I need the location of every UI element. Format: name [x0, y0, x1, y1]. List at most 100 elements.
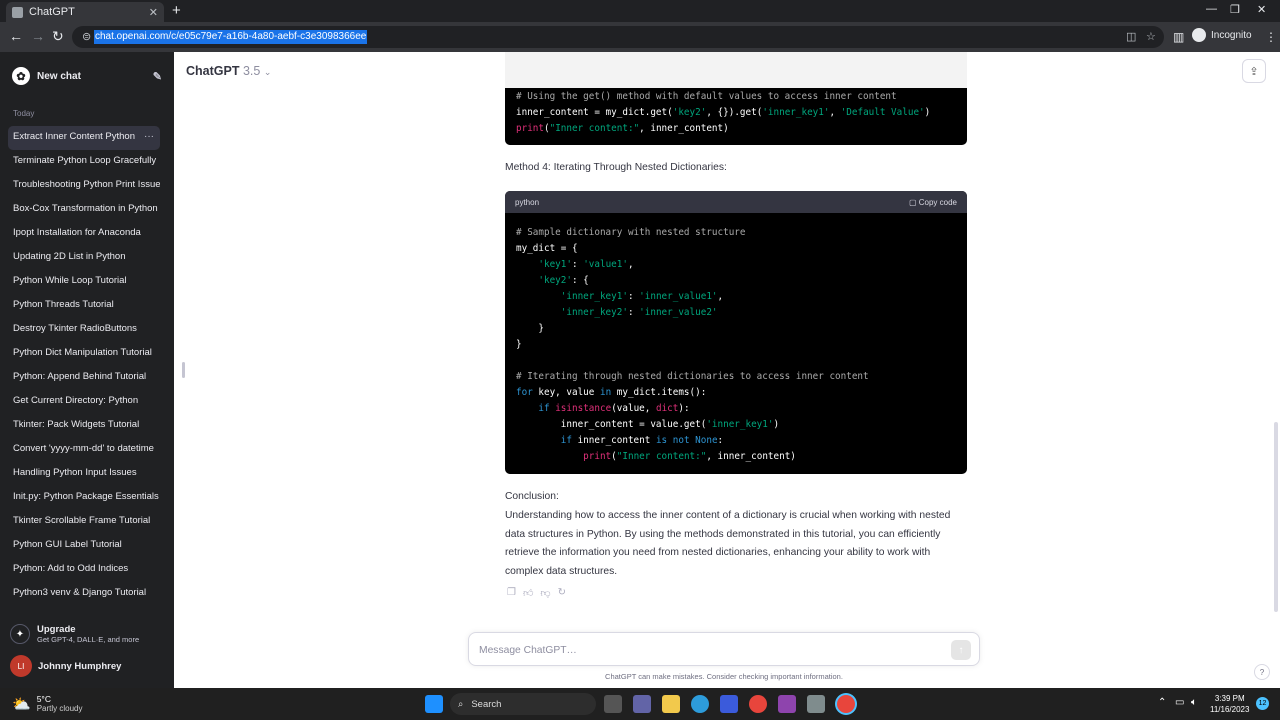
tab-title: ChatGPT: [29, 6, 75, 18]
chrome-incognito-icon[interactable]: [837, 695, 855, 713]
section-today: Today: [13, 109, 35, 118]
code-block-method3: # Using the get() method with default va…: [505, 88, 967, 145]
chat-item[interactable]: Python: Append Behind Tutorial: [8, 366, 160, 390]
chat-item[interactable]: Python Threads Tutorial: [8, 294, 160, 318]
incognito-avatar-icon: [1192, 28, 1206, 42]
chat-item[interactable]: Python3 venv & Django Tutorial: [8, 582, 160, 606]
chat-item[interactable]: Python GUI Label Tutorial: [8, 534, 160, 558]
code-language: python: [515, 197, 540, 207]
chat-item[interactable]: Tkinter Scrollable Frame Tutorial: [8, 510, 160, 534]
maximize-icon[interactable]: ❐: [1230, 3, 1240, 16]
chatgpt-favicon-icon: [12, 6, 23, 18]
temperature: 5°C: [36, 694, 51, 704]
scrollbar[interactable]: [1274, 422, 1278, 612]
chat-item[interactable]: Ipopt Installation for Anaconda: [8, 222, 160, 246]
windows-start-icon[interactable]: [425, 695, 443, 713]
chat-history-list: Extract Inner Content Python ··· Termina…: [8, 126, 160, 606]
chevron-up-icon[interactable]: ⌃: [1158, 697, 1166, 708]
send-arrow-icon: ↑: [958, 644, 964, 656]
new-tab-icon[interactable]: +: [172, 2, 181, 19]
browser-tab[interactable]: ChatGPT ✕: [6, 2, 164, 22]
browser-tabstrip: ChatGPT ✕ + — ❐ ✕: [0, 0, 1280, 22]
compose-icon[interactable]: ✎: [153, 70, 162, 83]
question-mark-icon: ?: [1259, 667, 1265, 677]
partly-cloudy-icon: ⛅: [12, 695, 31, 713]
chat-item[interactable]: Get Current Directory: Python: [8, 390, 160, 414]
chat-item[interactable]: Convert 'yyyy-mm-dd' to datetime: [8, 438, 160, 462]
weather-widget[interactable]: ⛅ 5°C Partly cloudy: [12, 694, 82, 713]
new-chat-button[interactable]: ✿ New chat ✎: [12, 66, 162, 86]
upgrade-title: Upgrade: [37, 624, 76, 635]
side-panel-icon[interactable]: ▥: [1173, 30, 1184, 44]
chat-item[interactable]: Tkinter: Pack Widgets Tutorial: [8, 414, 160, 438]
close-window-icon[interactable]: ✕: [1257, 3, 1266, 16]
chat-item[interactable]: Destroy Tkinter RadioButtons: [8, 318, 160, 342]
send-button[interactable]: ↑: [951, 640, 971, 660]
thumbs-down-icon[interactable]: 👎︎: [540, 587, 550, 599]
copy-icon[interactable]: ❐: [507, 587, 516, 599]
browser-toolbar: ← → ↻ ⊜ chat.openai.com/c/e05c79e7-a16b-…: [0, 22, 1280, 52]
taskbar-search[interactable]: ⌕ Search: [450, 693, 596, 715]
volume-icon[interactable]: 🔈︎: [1191, 697, 1197, 708]
reload-icon[interactable]: ↻: [52, 28, 64, 45]
message-composer: ↑: [468, 632, 980, 666]
share-button[interactable]: ⇪: [1242, 59, 1266, 83]
url-text[interactable]: chat.openai.com/c/e05c79e7-a16b-4a80-aeb…: [94, 30, 368, 44]
network-icon[interactable]: ▭: [1175, 697, 1184, 708]
regenerate-icon[interactable]: ↻: [558, 587, 566, 599]
chat-item[interactable]: Python: Add to Odd Indices: [8, 558, 160, 582]
avatar: LI: [10, 655, 32, 677]
app-icon[interactable]: [807, 695, 825, 713]
code-block-method4: python ▢ Copy code # Sample dictionary w…: [505, 191, 967, 474]
message-actions: ❐ 👍︎ 👎︎ ↻: [507, 587, 566, 599]
store-icon[interactable]: [720, 695, 738, 713]
sidebar: ✿ New chat ✎ Today Extract Inner Content…: [0, 52, 174, 688]
copy-code-button[interactable]: ▢ Copy code: [909, 198, 957, 207]
chat-item[interactable]: Python Dict Manipulation Tutorial: [8, 342, 160, 366]
message-input[interactable]: [479, 641, 939, 659]
incognito-eye-icon[interactable]: ◫: [1126, 30, 1136, 43]
user-menu[interactable]: LI Johnny Humphrey: [10, 655, 121, 677]
bookmark-star-icon[interactable]: ☆: [1146, 30, 1156, 43]
notification-badge[interactable]: 12: [1256, 697, 1269, 710]
chat-item[interactable]: Box-Cox Transformation in Python: [8, 198, 160, 222]
user-name: Johnny Humphrey: [38, 660, 122, 672]
app-icon[interactable]: [778, 695, 796, 713]
close-tab-icon[interactable]: ✕: [149, 6, 158, 19]
chat-item[interactable]: Extract Inner Content Python ···: [8, 126, 160, 150]
model-name: ChatGPT: [186, 64, 240, 78]
system-clock[interactable]: 3:39 PM 11/16/2023: [1210, 693, 1249, 715]
chat-item[interactable]: Troubleshooting Python Print Issues: [8, 174, 160, 198]
chat-item[interactable]: Terminate Python Loop Gracefully: [8, 150, 160, 174]
code-content[interactable]: # Sample dictionary with nested structur…: [505, 213, 967, 465]
minimize-icon[interactable]: —: [1206, 3, 1217, 15]
conclusion-label: Conclusion:: [505, 491, 559, 502]
incognito-profile[interactable]: Incognito: [1192, 28, 1252, 42]
address-bar[interactable]: ⊜ chat.openai.com/c/e05c79e7-a16b-4a80-a…: [72, 26, 1164, 48]
more-options-icon[interactable]: ···: [144, 126, 154, 148]
teams-chat-icon[interactable]: [633, 695, 651, 713]
previous-code-header: [505, 52, 967, 88]
site-info-icon[interactable]: ⊜: [82, 30, 91, 43]
file-explorer-icon[interactable]: [662, 695, 680, 713]
model-selector[interactable]: ChatGPT 3.5 ⌄: [186, 64, 271, 78]
upgrade-subtitle: Get GPT-4, DALL·E, and more: [37, 635, 140, 644]
disclaimer: ChatGPT can make mistakes. Consider chec…: [605, 672, 843, 681]
chrome-icon[interactable]: [749, 695, 767, 713]
back-icon[interactable]: ←: [9, 28, 23, 44]
code-content[interactable]: # Using the get() method with default va…: [505, 88, 967, 137]
forward-icon[interactable]: →: [31, 28, 45, 44]
search-label: Search: [471, 698, 502, 710]
chat-item[interactable]: Handling Python Input Issues: [8, 462, 160, 486]
thumbs-up-icon[interactable]: 👍︎: [523, 587, 533, 599]
help-button[interactable]: ?: [1254, 664, 1270, 680]
chat-item[interactable]: Python While Loop Tutorial: [8, 270, 160, 294]
weather-condition: Partly cloudy: [36, 704, 83, 713]
sidebar-toggle-handle[interactable]: [182, 362, 185, 378]
chat-item[interactable]: Updating 2D List in Python: [8, 246, 160, 270]
task-view-icon[interactable]: [604, 695, 622, 713]
chat-item[interactable]: Init.py: Python Package Essentials: [8, 486, 160, 510]
browser-menu-icon[interactable]: ⋮: [1265, 30, 1277, 44]
upgrade-button[interactable]: ✦ Upgrade Get GPT-4, DALL·E, and more: [10, 624, 139, 644]
edge-icon[interactable]: [691, 695, 709, 713]
